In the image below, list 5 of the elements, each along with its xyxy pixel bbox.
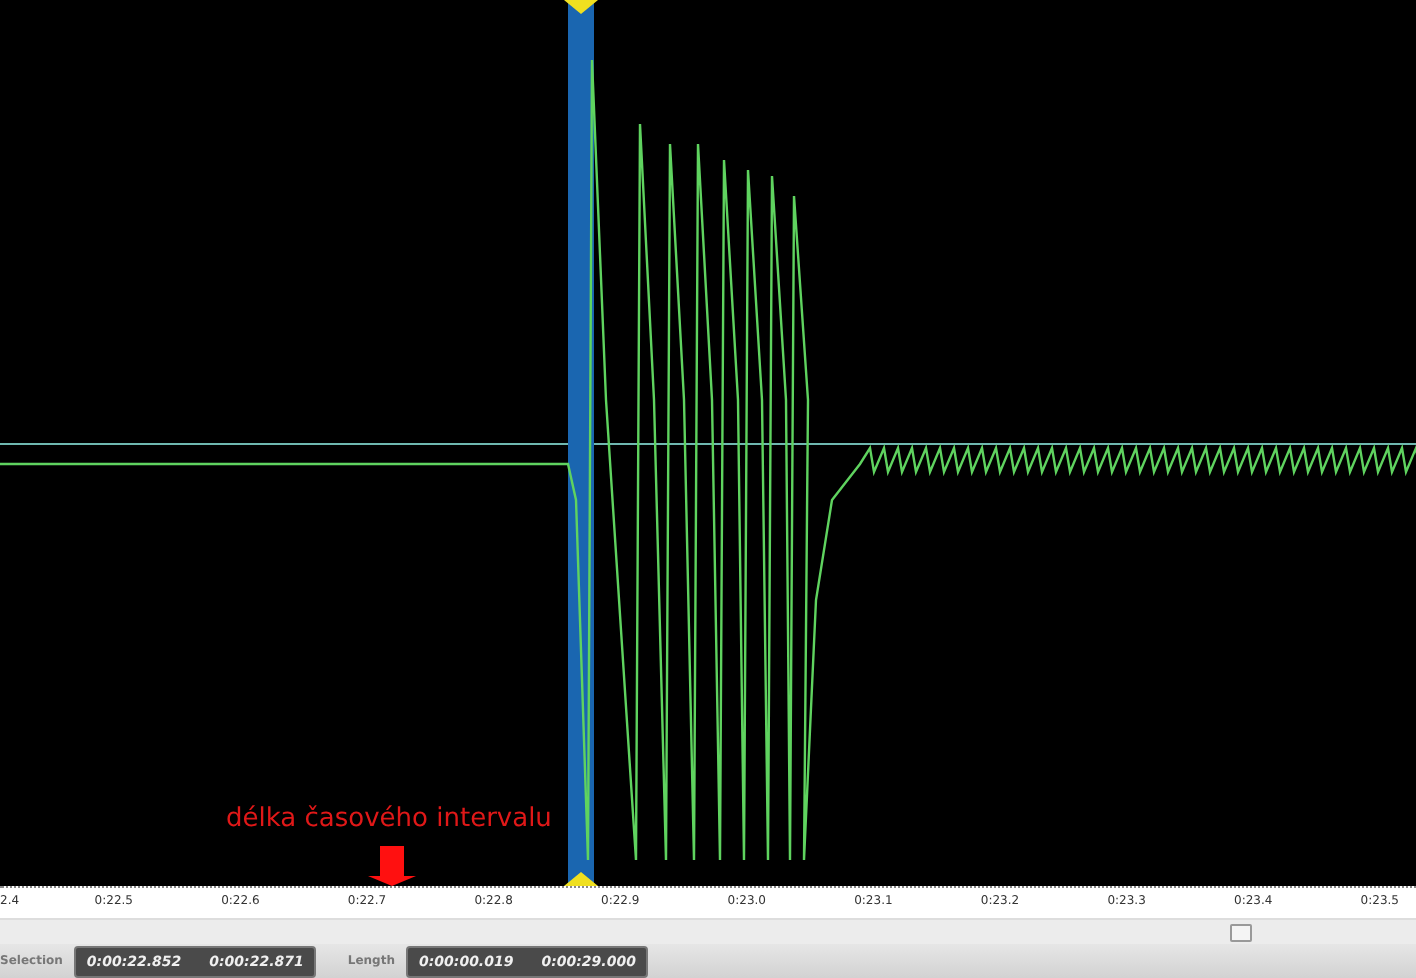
annotation-text: délka časového intervalu	[226, 804, 552, 834]
scroll-thumb[interactable]	[1230, 924, 1252, 942]
down-arrow-icon	[368, 846, 416, 886]
selection-start-marker-icon[interactable]	[564, 0, 598, 14]
selection-end-marker-icon[interactable]	[564, 872, 598, 886]
